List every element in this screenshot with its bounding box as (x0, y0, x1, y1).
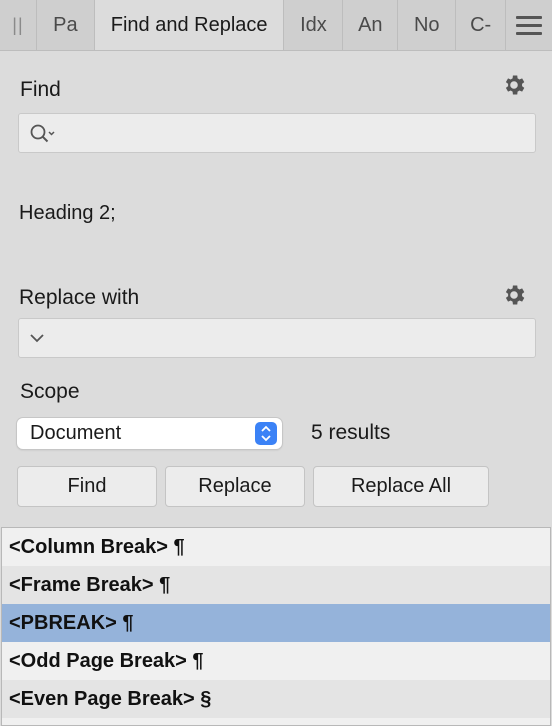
result-row-selected[interactable]: <PBREAK> ¶ (2, 604, 550, 642)
replace-with-label: Replace with (19, 286, 140, 309)
tab-paragraph[interactable]: Pa (35, 0, 94, 50)
find-label: Find (20, 78, 61, 101)
tab-index[interactable]: Idx (283, 0, 342, 50)
tab-c[interactable]: C- (455, 0, 505, 50)
find-format-text: Heading 2; (19, 202, 116, 224)
up-down-arrows-icon (255, 422, 277, 445)
panel-tab-bar: || Pa Find and Replace Idx An No C- (0, 0, 552, 51)
result-row[interactable]: <Column Break> ¶ (2, 528, 550, 566)
result-count: 5 results (311, 421, 391, 444)
results-list[interactable]: <Column Break> ¶ <Frame Break> ¶ <PBREAK… (1, 527, 551, 726)
result-row[interactable]: <Frame Break> ¶ (2, 566, 550, 604)
tab-find-and-replace[interactable]: Find and Replace (93, 0, 284, 50)
replace-with-field[interactable] (18, 318, 536, 358)
scope-label: Scope (20, 380, 80, 403)
find-settings-gear-icon[interactable] (501, 72, 527, 98)
find-search-field[interactable] (18, 113, 536, 153)
replace-settings-gear-icon[interactable] (501, 282, 527, 308)
scope-select[interactable]: Document (17, 418, 282, 449)
result-row[interactable]: <Even Page Break> § (2, 680, 550, 718)
result-row[interactable]: <Odd Page Break> ¶ (2, 642, 550, 680)
scope-selected-value: Document (30, 422, 122, 444)
replace-button[interactable]: Replace (165, 466, 305, 507)
magnifier-dropdown-icon[interactable] (29, 123, 57, 145)
tab-notes[interactable]: No (397, 0, 455, 50)
drag-grip-icon[interactable]: || (0, 0, 36, 50)
tab-anchors[interactable]: An (342, 0, 397, 50)
chevron-down-icon[interactable] (29, 331, 45, 345)
panel-menu-icon[interactable] (505, 0, 552, 50)
find-button[interactable]: Find (17, 466, 157, 507)
replace-all-button[interactable]: Replace All (313, 466, 489, 507)
